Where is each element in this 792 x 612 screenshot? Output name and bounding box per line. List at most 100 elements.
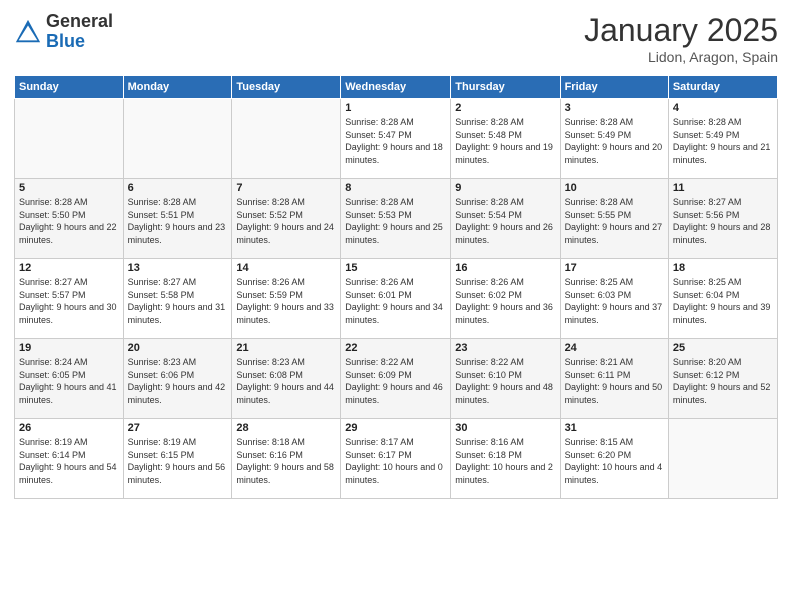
- table-cell: 29 Sunrise: 8:17 AM Sunset: 6:17 PM Dayli…: [341, 419, 451, 499]
- table-cell: [668, 419, 777, 499]
- day-number: 15: [345, 262, 446, 274]
- table-cell: 11Sunrise: 8:27 AM Sunset: 5:56 PM Dayli…: [668, 179, 777, 259]
- day-info: Sunrise: 8:22 AM Sunset: 6:09 PM Dayligh…: [345, 356, 446, 406]
- logo: General Blue: [14, 12, 113, 52]
- logo-text: General Blue: [46, 12, 113, 52]
- day-number: 1: [345, 102, 446, 114]
- table-cell: 4 Sunrise: 8:28 AM Sunset: 5:49 PM Daylig…: [668, 99, 777, 179]
- day-info: Sunrise: 8:23 AM Sunset: 6:06 PM Dayligh…: [128, 356, 228, 406]
- day-info: Sunrise: 8:28 AM Sunset: 5:49 PM Dayligh…: [673, 116, 773, 166]
- table-cell: [15, 99, 124, 179]
- day-info: Sunrise: 8:23 AM Sunset: 6:08 PM Dayligh…: [236, 356, 336, 406]
- calendar-week-1: 1Sunrise: 8:28 AM Sunset: 5:47 PM Daylig…: [15, 99, 778, 179]
- calendar-week-3: 12 Sunrise: 8:27 AM Sunset: 5:57 PM Dayli…: [15, 259, 778, 339]
- day-number: 7: [236, 182, 336, 194]
- table-cell: 1Sunrise: 8:28 AM Sunset: 5:47 PM Daylig…: [341, 99, 451, 179]
- table-cell: 9 Sunrise: 8:28 AM Sunset: 5:54 PM Daylig…: [451, 179, 560, 259]
- day-info: Sunrise: 8:15 AM Sunset: 6:20 PM Dayligh…: [565, 436, 664, 486]
- day-number: 25: [673, 342, 773, 354]
- table-cell: 14Sunrise: 8:26 AM Sunset: 5:59 PM Dayli…: [232, 259, 341, 339]
- table-cell: 2 Sunrise: 8:28 AM Sunset: 5:48 PM Daylig…: [451, 99, 560, 179]
- day-info: Sunrise: 8:28 AM Sunset: 5:55 PM Dayligh…: [565, 196, 664, 246]
- day-number: 13: [128, 262, 228, 274]
- day-info: Sunrise: 8:28 AM Sunset: 5:53 PM Dayligh…: [345, 196, 446, 246]
- day-number: 9: [455, 182, 555, 194]
- header: General Blue January 2025 Lidon, Aragon,…: [14, 12, 778, 65]
- table-cell: 25 Sunrise: 8:20 AM Sunset: 6:12 PM Dayli…: [668, 339, 777, 419]
- table-cell: 6Sunrise: 8:28 AM Sunset: 5:51 PM Daylig…: [123, 179, 232, 259]
- logo-general: General: [46, 12, 113, 32]
- day-info: Sunrise: 8:19 AM Sunset: 6:14 PM Dayligh…: [19, 436, 119, 486]
- calendar-week-4: 19Sunrise: 8:24 AM Sunset: 6:05 PM Dayli…: [15, 339, 778, 419]
- table-cell: 16Sunrise: 8:26 AM Sunset: 6:02 PM Dayli…: [451, 259, 560, 339]
- day-number: 11: [673, 182, 773, 194]
- day-number: 24: [565, 342, 664, 354]
- day-number: 23: [455, 342, 555, 354]
- table-cell: 3Sunrise: 8:28 AM Sunset: 5:49 PM Daylig…: [560, 99, 668, 179]
- col-tuesday: Tuesday: [232, 76, 341, 99]
- day-number: 21: [236, 342, 336, 354]
- calendar-container: General Blue January 2025 Lidon, Aragon,…: [0, 0, 792, 612]
- day-number: 12: [19, 262, 119, 274]
- table-cell: 24 Sunrise: 8:21 AM Sunset: 6:11 PM Dayli…: [560, 339, 668, 419]
- table-cell: 26Sunrise: 8:19 AM Sunset: 6:14 PM Dayli…: [15, 419, 124, 499]
- day-info: Sunrise: 8:20 AM Sunset: 6:12 PM Dayligh…: [673, 356, 773, 406]
- day-info: Sunrise: 8:25 AM Sunset: 6:03 PM Dayligh…: [565, 276, 664, 326]
- day-info: Sunrise: 8:26 AM Sunset: 5:59 PM Dayligh…: [236, 276, 336, 326]
- col-wednesday: Wednesday: [341, 76, 451, 99]
- title-block: January 2025 Lidon, Aragon, Spain: [584, 12, 778, 65]
- day-number: 2: [455, 102, 555, 114]
- table-cell: 8 Sunrise: 8:28 AM Sunset: 5:53 PM Daylig…: [341, 179, 451, 259]
- day-info: Sunrise: 8:28 AM Sunset: 5:51 PM Dayligh…: [128, 196, 228, 246]
- table-cell: 31 Sunrise: 8:15 AM Sunset: 6:20 PM Dayli…: [560, 419, 668, 499]
- day-number: 10: [565, 182, 664, 194]
- table-cell: 17 Sunrise: 8:25 AM Sunset: 6:03 PM Dayli…: [560, 259, 668, 339]
- day-info: Sunrise: 8:27 AM Sunset: 5:58 PM Dayligh…: [128, 276, 228, 326]
- col-monday: Monday: [123, 76, 232, 99]
- table-cell: 23 Sunrise: 8:22 AM Sunset: 6:10 PM Dayli…: [451, 339, 560, 419]
- logo-blue: Blue: [46, 32, 113, 52]
- month-title: January 2025: [584, 12, 778, 49]
- day-number: 28: [236, 422, 336, 434]
- table-cell: 20 Sunrise: 8:23 AM Sunset: 6:06 PM Dayli…: [123, 339, 232, 419]
- day-info: Sunrise: 8:21 AM Sunset: 6:11 PM Dayligh…: [565, 356, 664, 406]
- day-info: Sunrise: 8:22 AM Sunset: 6:10 PM Dayligh…: [455, 356, 555, 406]
- calendar-header-row: Sunday Monday Tuesday Wednesday Thursday…: [15, 76, 778, 99]
- day-number: 27: [128, 422, 228, 434]
- table-cell: 10 Sunrise: 8:28 AM Sunset: 5:55 PM Dayli…: [560, 179, 668, 259]
- logo-icon: [14, 18, 42, 46]
- day-number: 30: [455, 422, 555, 434]
- day-number: 20: [128, 342, 228, 354]
- table-cell: 22Sunrise: 8:22 AM Sunset: 6:09 PM Dayli…: [341, 339, 451, 419]
- table-cell: 15Sunrise: 8:26 AM Sunset: 6:01 PM Dayli…: [341, 259, 451, 339]
- table-cell: 27 Sunrise: 8:19 AM Sunset: 6:15 PM Dayli…: [123, 419, 232, 499]
- day-number: 4: [673, 102, 773, 114]
- table-cell: [232, 99, 341, 179]
- day-number: 19: [19, 342, 119, 354]
- day-number: 31: [565, 422, 664, 434]
- day-info: Sunrise: 8:17 AM Sunset: 6:17 PM Dayligh…: [345, 436, 446, 486]
- calendar-table: Sunday Monday Tuesday Wednesday Thursday…: [14, 75, 778, 499]
- table-cell: 12 Sunrise: 8:27 AM Sunset: 5:57 PM Dayli…: [15, 259, 124, 339]
- table-cell: 21 Sunrise: 8:23 AM Sunset: 6:08 PM Dayli…: [232, 339, 341, 419]
- day-number: 5: [19, 182, 119, 194]
- day-info: Sunrise: 8:25 AM Sunset: 6:04 PM Dayligh…: [673, 276, 773, 326]
- day-number: 29: [345, 422, 446, 434]
- day-info: Sunrise: 8:28 AM Sunset: 5:54 PM Dayligh…: [455, 196, 555, 246]
- day-info: Sunrise: 8:28 AM Sunset: 5:52 PM Dayligh…: [236, 196, 336, 246]
- calendar-week-5: 26Sunrise: 8:19 AM Sunset: 6:14 PM Dayli…: [15, 419, 778, 499]
- location-subtitle: Lidon, Aragon, Spain: [584, 49, 778, 65]
- day-info: Sunrise: 8:28 AM Sunset: 5:48 PM Dayligh…: [455, 116, 555, 166]
- day-info: Sunrise: 8:28 AM Sunset: 5:49 PM Dayligh…: [565, 116, 664, 166]
- day-number: 8: [345, 182, 446, 194]
- col-saturday: Saturday: [668, 76, 777, 99]
- table-cell: 28Sunrise: 8:18 AM Sunset: 6:16 PM Dayli…: [232, 419, 341, 499]
- col-thursday: Thursday: [451, 76, 560, 99]
- table-cell: 18Sunrise: 8:25 AM Sunset: 6:04 PM Dayli…: [668, 259, 777, 339]
- day-info: Sunrise: 8:27 AM Sunset: 5:57 PM Dayligh…: [19, 276, 119, 326]
- table-cell: 30Sunrise: 8:16 AM Sunset: 6:18 PM Dayli…: [451, 419, 560, 499]
- day-info: Sunrise: 8:28 AM Sunset: 5:50 PM Dayligh…: [19, 196, 119, 246]
- day-number: 17: [565, 262, 664, 274]
- day-info: Sunrise: 8:19 AM Sunset: 6:15 PM Dayligh…: [128, 436, 228, 486]
- table-cell: 19Sunrise: 8:24 AM Sunset: 6:05 PM Dayli…: [15, 339, 124, 419]
